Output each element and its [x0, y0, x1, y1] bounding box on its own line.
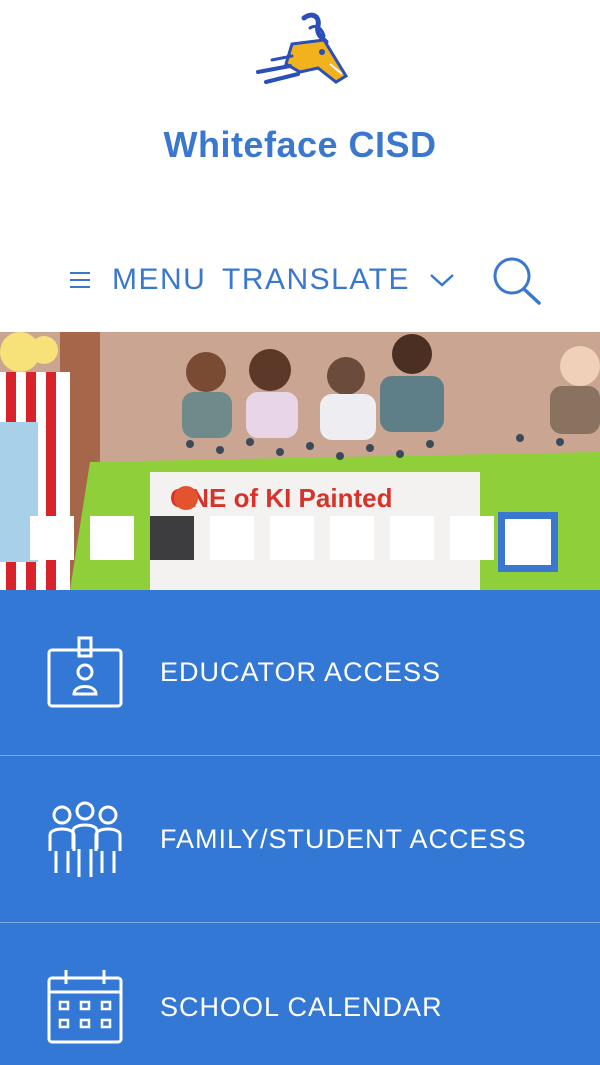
slide-dot-2[interactable]: [90, 516, 134, 560]
quick-links-panel: EDUCATOR ACCESS FAMILY/STUDENT ACCESS SC…: [0, 590, 600, 1065]
hero-slideshow[interactable]: ONE of KI Painted: [0, 332, 600, 590]
slide-dot-9-active[interactable]: [498, 512, 558, 572]
school-calendar-link[interactable]: SCHOOL CALENDAR: [0, 924, 600, 1065]
educator-access-link[interactable]: EDUCATOR ACCESS: [0, 590, 600, 756]
family-student-access-link[interactable]: FAMILY/STUDENT ACCESS: [0, 757, 600, 923]
slide-dot-6[interactable]: [330, 516, 374, 560]
search-icon: [493, 257, 541, 305]
hamburger-icon: [68, 270, 92, 290]
slide-dot-4[interactable]: [210, 516, 254, 560]
calendar-icon: [47, 970, 123, 1044]
slide-dot-7[interactable]: [390, 516, 434, 560]
school-calendar-label: SCHOOL CALENDAR: [160, 991, 443, 1022]
family-student-access-label: FAMILY/STUDENT ACCESS: [160, 824, 527, 854]
translate-dropdown[interactable]: TRANSLATE: [222, 260, 456, 300]
slide-dot-1[interactable]: [30, 516, 74, 560]
chevron-down-icon: [430, 274, 454, 287]
educator-access-label: EDUCATOR ACCESS: [160, 657, 442, 687]
search-button[interactable]: [490, 252, 544, 306]
slide-dot-8[interactable]: [450, 516, 494, 560]
family-icon: [48, 801, 122, 877]
site-header: Whiteface CISD MENU TRANSLATE: [0, 0, 600, 332]
translate-label: TRANSLATE: [222, 263, 410, 296]
main-nav: MENU TRANSLATE: [0, 252, 600, 308]
banner-text: ONE of KI Painted: [170, 483, 392, 513]
antelope-mascot-logo[interactable]: [252, 12, 352, 92]
menu-label: MENU: [112, 263, 207, 296]
slide-dot-5[interactable]: [270, 516, 314, 560]
site-title[interactable]: Whiteface CISD: [0, 124, 600, 166]
menu-button[interactable]: MENU: [68, 260, 206, 300]
id-badge-icon: [47, 636, 123, 707]
slide-dot-3[interactable]: [150, 516, 194, 560]
